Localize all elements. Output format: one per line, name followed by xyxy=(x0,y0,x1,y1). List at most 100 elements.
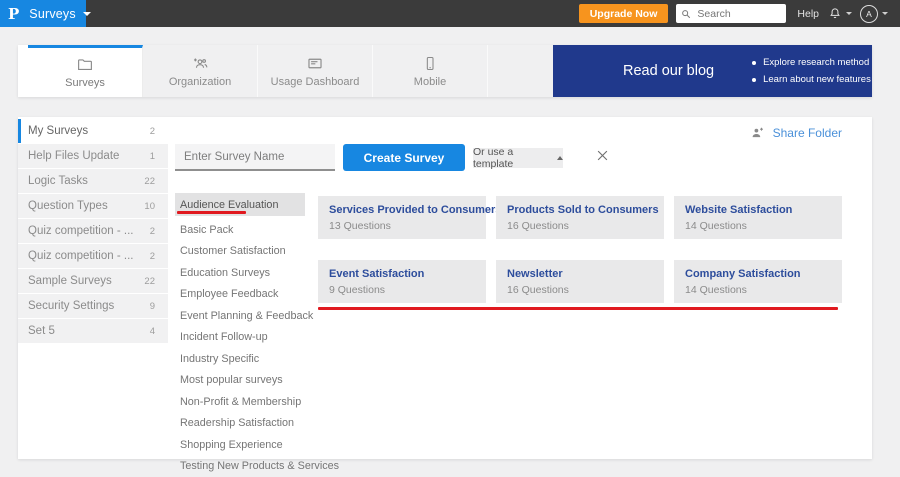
help-link[interactable]: Help xyxy=(797,8,819,20)
sidebar-item-help-files-update-1[interactable]: Help Files Update1 xyxy=(18,144,168,168)
blog-bullet: Learn about new features xyxy=(752,71,871,88)
sidebar-item-label: Question Types xyxy=(28,200,144,212)
search-box[interactable] xyxy=(676,4,786,23)
template-card-questions: 9 Questions xyxy=(329,284,475,296)
category-shopping-experience[interactable]: Shopping Experience xyxy=(175,434,305,456)
template-cards: Services Provided to Consumers 13 Questio… xyxy=(318,196,842,303)
chevron-down-icon xyxy=(83,12,91,16)
folder-icon xyxy=(76,56,94,73)
sidebar-item-quiz-competition-4[interactable]: Quiz competition - ...2 xyxy=(18,219,168,243)
search-icon xyxy=(681,9,691,19)
sidebar-item-set-5-8[interactable]: Set 54 xyxy=(18,319,168,343)
template-card-questions: 14 Questions xyxy=(685,220,831,232)
brand-area[interactable]: P Surveys xyxy=(0,0,86,27)
close-template-button[interactable] xyxy=(595,148,610,163)
template-card-newsletter[interactable]: Newsletter 16 Questions xyxy=(496,260,664,303)
proprofs-logo-icon: P xyxy=(8,5,19,23)
sidebar-item-my-surveys-0[interactable]: My Surveys2 xyxy=(18,119,168,143)
sidebar-item-label: My Surveys xyxy=(28,125,150,137)
sidebar-item-count: 2 xyxy=(150,251,155,262)
use-template-toggle[interactable]: Or use a template xyxy=(473,148,563,168)
search-input[interactable] xyxy=(695,7,779,21)
tab-label: Surveys xyxy=(65,77,105,89)
category-customer-satisfaction[interactable]: Customer Satisfaction xyxy=(175,241,305,263)
sidebar-item-count: 22 xyxy=(144,276,155,287)
sidebar-item-count: 4 xyxy=(150,326,155,337)
template-card-title: Website Satisfaction xyxy=(685,204,831,216)
category-incident-follow-up[interactable]: Incident Follow-up xyxy=(175,327,305,349)
chevron-up-icon xyxy=(557,156,563,160)
category-basic-pack[interactable]: Basic Pack xyxy=(175,219,305,241)
sidebar-item-label: Quiz competition - ... xyxy=(28,225,150,237)
template-card-title: Services Provided to Consumers xyxy=(329,204,475,216)
tab-organization[interactable]: Organization xyxy=(143,45,258,97)
annotation-underline-category xyxy=(177,211,246,214)
chevron-down-icon xyxy=(846,12,852,15)
share-folder-label: Share Folder xyxy=(773,126,842,140)
sidebar-item-logic-tasks-2[interactable]: Logic Tasks22 xyxy=(18,169,168,193)
tab-label: Mobile xyxy=(414,76,446,88)
product-switcher-label: Surveys xyxy=(29,7,76,21)
sidebar-item-count: 1 xyxy=(150,151,155,162)
chevron-down-icon xyxy=(882,12,888,15)
template-card-questions: 13 Questions xyxy=(329,220,475,232)
tab-surveys[interactable]: Surveys xyxy=(28,45,143,97)
template-card-questions: 16 Questions xyxy=(507,284,653,296)
sidebar-item-label: Sample Surveys xyxy=(28,275,144,287)
dashboard-icon xyxy=(306,55,324,72)
category-most-popular-surveys[interactable]: Most popular surveys xyxy=(175,370,305,392)
annotation-underline-cards xyxy=(318,307,838,310)
main-panel: Share Folder My Surveys2Help Files Updat… xyxy=(18,117,872,459)
sidebar-item-label: Set 5 xyxy=(28,325,150,337)
template-card-title: Products Sold to Consumers xyxy=(507,204,653,216)
mobile-icon xyxy=(422,55,438,72)
category-non-profit-membership[interactable]: Non-Profit & Membership xyxy=(175,391,305,413)
share-folder-button[interactable]: Share Folder xyxy=(741,126,842,140)
category-industry-specific[interactable]: Industry Specific xyxy=(175,348,305,370)
sidebar-item-sample-surveys-6[interactable]: Sample Surveys22 xyxy=(18,269,168,293)
sidebar-item-count: 2 xyxy=(150,126,155,137)
template-card-website-satisfaction[interactable]: Website Satisfaction 14 Questions xyxy=(674,196,842,239)
tab-label: Usage Dashboard xyxy=(271,76,360,88)
organization-icon xyxy=(190,55,210,72)
template-card-title: Company Satisfaction xyxy=(685,268,831,280)
sidebar-item-count: 10 xyxy=(144,201,155,212)
category-education-surveys[interactable]: Education Surveys xyxy=(175,262,305,284)
notifications-menu[interactable] xyxy=(828,6,852,21)
account-menu[interactable]: A xyxy=(860,5,888,23)
template-card-company-satisfaction[interactable]: Company Satisfaction 14 Questions xyxy=(674,260,842,303)
survey-name-input[interactable] xyxy=(175,144,335,171)
sidebar-item-label: Security Settings xyxy=(28,300,150,312)
template-card-event-satisfaction[interactable]: Event Satisfaction 9 Questions xyxy=(318,260,486,303)
primary-tab-bar: Surveys Organization Usage Dashboard Mob… xyxy=(18,45,872,97)
category-readership-satisfaction[interactable]: Readership Satisfaction xyxy=(175,413,305,435)
sidebar-item-count: 22 xyxy=(144,176,155,187)
template-categories: Audience EvaluationBasic PackCustomer Sa… xyxy=(175,193,305,477)
template-card-questions: 16 Questions xyxy=(507,220,653,232)
avatar: A xyxy=(860,5,878,23)
category-employee-feedback[interactable]: Employee Feedback xyxy=(175,284,305,306)
blog-banner[interactable]: Read our blog Explore research method Le… xyxy=(553,45,872,97)
bell-icon xyxy=(828,6,842,21)
tab-usage-dashboard[interactable]: Usage Dashboard xyxy=(258,45,373,97)
sidebar-item-count: 2 xyxy=(150,226,155,237)
template-card-title: Newsletter xyxy=(507,268,653,280)
upgrade-now-button[interactable]: Upgrade Now xyxy=(579,4,669,23)
sidebar-item-count: 9 xyxy=(150,301,155,312)
tab-mobile[interactable]: Mobile xyxy=(373,45,488,97)
tab-filler xyxy=(488,45,553,97)
blog-bullet: Explore research method xyxy=(752,54,871,71)
create-survey-button[interactable]: Create Survey xyxy=(343,144,465,171)
sidebar-item-question-types-3[interactable]: Question Types10 xyxy=(18,194,168,218)
template-card-questions: 14 Questions xyxy=(685,284,831,296)
tab-inset xyxy=(18,45,28,97)
template-card-services-provided-to-consumers[interactable]: Services Provided to Consumers 13 Questio… xyxy=(318,196,486,239)
sidebar-item-label: Logic Tasks xyxy=(28,175,144,187)
sidebar-item-security-settings-7[interactable]: Security Settings9 xyxy=(18,294,168,318)
sidebar-item-label: Quiz competition - ... xyxy=(28,250,150,262)
sidebar-item-quiz-competition-5[interactable]: Quiz competition - ...2 xyxy=(18,244,168,268)
template-card-products-sold-to-consumers[interactable]: Products Sold to Consumers 16 Questions xyxy=(496,196,664,239)
template-card-title: Event Satisfaction xyxy=(329,268,475,280)
category-event-planning-feedback[interactable]: Event Planning & Feedback xyxy=(175,305,305,327)
use-template-label: Or use a template xyxy=(473,146,549,170)
